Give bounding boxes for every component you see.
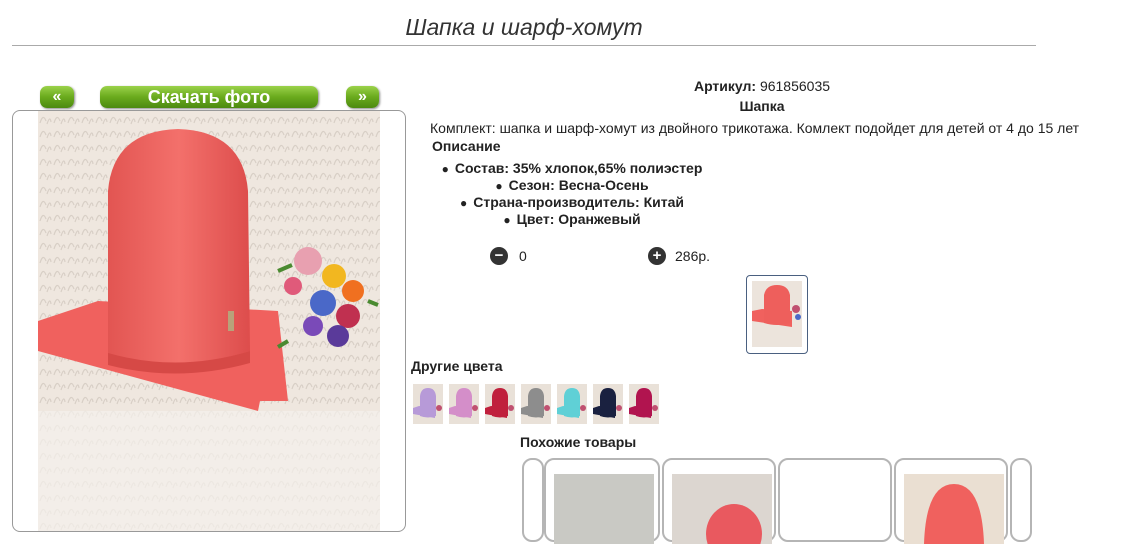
product-type: Шапка bbox=[739, 98, 785, 114]
property-item: ● Цвет: Оранжевый bbox=[503, 211, 641, 227]
color-swatch[interactable] bbox=[521, 384, 551, 424]
other-colors-heading: Другие цвета bbox=[411, 358, 503, 374]
similar-product-image bbox=[554, 474, 654, 544]
selected-thumbnail[interactable] bbox=[746, 275, 808, 354]
description-heading: Описание bbox=[432, 138, 501, 154]
page-title: Шапка и шарф-хомут bbox=[405, 14, 643, 40]
similar-scroll-right[interactable] bbox=[1010, 458, 1032, 542]
price-control: + 286р. bbox=[648, 246, 710, 266]
color-swatch[interactable] bbox=[557, 384, 587, 424]
next-photo-button[interactable]: » bbox=[346, 86, 379, 108]
similar-product-card[interactable] bbox=[662, 458, 776, 544]
color-swatch[interactable] bbox=[485, 384, 515, 424]
product-photo[interactable] bbox=[38, 111, 380, 531]
title-divider bbox=[12, 45, 1036, 46]
download-photo-button[interactable]: Скачать фото bbox=[100, 86, 318, 108]
quantity-value: 0 bbox=[519, 248, 527, 264]
similar-scroll-left[interactable] bbox=[522, 458, 544, 542]
properties-list: ● Состав: 35% хлопок,65% полиэстер ● Сезон… bbox=[422, 160, 722, 228]
color-swatch[interactable] bbox=[593, 384, 623, 424]
product-description: Комплект: шапка и шарф-хомут из двойного… bbox=[430, 120, 1080, 136]
prev-photo-button[interactable]: « bbox=[40, 86, 74, 108]
article-value: 961856035 bbox=[759, 78, 831, 94]
minus-icon[interactable]: − bbox=[490, 247, 508, 265]
property-item: ● Сезон: Весна-Осень bbox=[495, 177, 649, 193]
similar-product-image bbox=[904, 474, 1004, 544]
photo-frame bbox=[12, 110, 406, 532]
similar-product-card[interactable] bbox=[778, 458, 892, 542]
quantity-control: − 0 bbox=[490, 246, 527, 266]
similar-products-heading: Похожие товары bbox=[520, 434, 637, 450]
property-item: ● Страна-производитель: Китай bbox=[460, 194, 684, 210]
plus-icon[interactable]: + bbox=[648, 247, 666, 265]
article-line: Артикул: 961856035 bbox=[414, 78, 1110, 94]
thumbnail-image bbox=[752, 281, 802, 347]
similar-product-card[interactable] bbox=[544, 458, 660, 544]
property-item: ● Состав: 35% хлопок,65% полиэстер bbox=[441, 160, 703, 176]
color-swatch[interactable] bbox=[449, 384, 479, 424]
price-value: 286р. bbox=[675, 248, 711, 264]
article-label: Артикул: bbox=[693, 78, 757, 94]
other-colors-list bbox=[413, 384, 659, 424]
color-swatch[interactable] bbox=[413, 384, 443, 424]
color-swatch[interactable] bbox=[629, 384, 659, 424]
similar-product-image bbox=[672, 474, 772, 544]
similar-product-card[interactable] bbox=[894, 458, 1008, 544]
